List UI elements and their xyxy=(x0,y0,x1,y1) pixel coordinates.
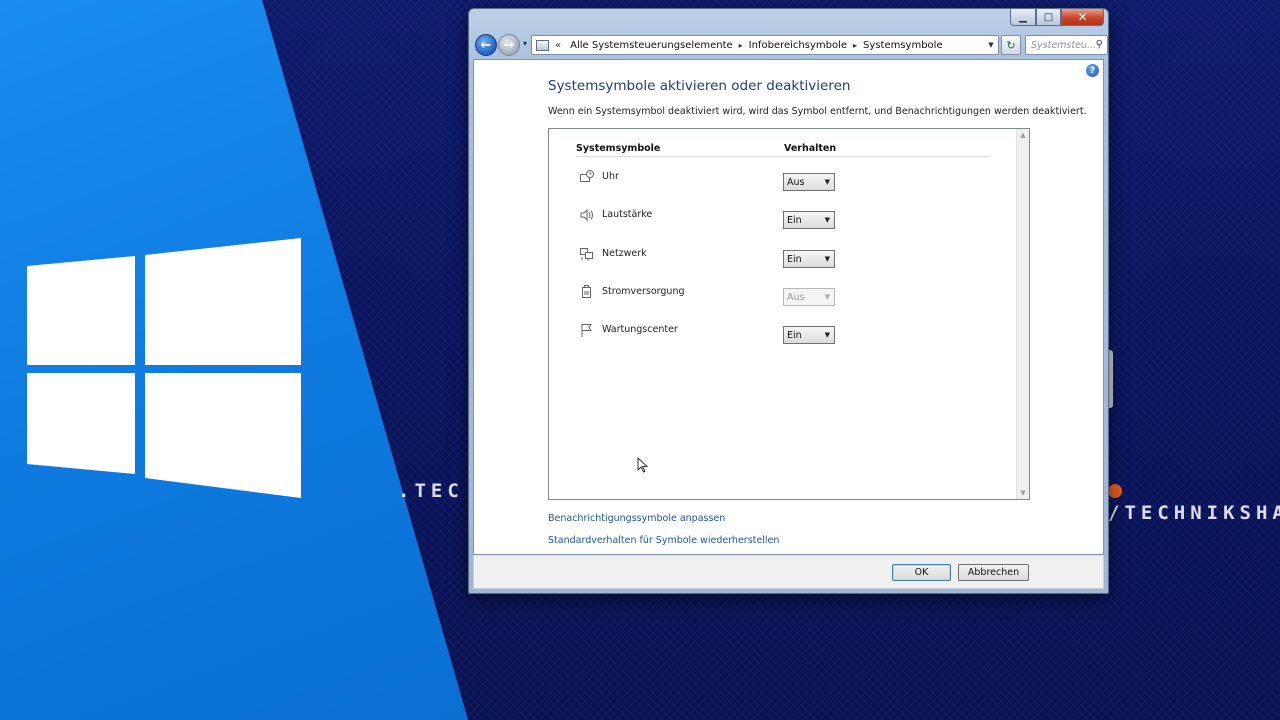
watermark-left: .TEC xyxy=(398,480,464,502)
watermark-right: /TECHNIKSHAVO xyxy=(1108,480,1280,524)
chevron-down-icon: ▼ xyxy=(824,255,830,263)
network-icon xyxy=(579,246,595,262)
help-icon[interactable]: ? xyxy=(1086,64,1099,77)
close-button[interactable]: ✕ xyxy=(1061,9,1104,26)
watermark-logo-icon xyxy=(1108,484,1122,498)
behavior-select-action-center[interactable]: Ein ▼ xyxy=(783,326,835,344)
system-icons-list: Systemsymbole Verhalten Uhr Aus ▼ Lautstä… xyxy=(548,128,1030,500)
windows-logo-icon xyxy=(27,238,301,498)
chevron-down-icon: ▼ xyxy=(824,293,830,301)
flag-icon xyxy=(579,322,595,338)
list-item-label: Netzwerk xyxy=(602,248,647,259)
chevron-down-icon: ▼ xyxy=(824,216,830,224)
column-header-behavior: Verhalten xyxy=(784,143,837,154)
minimize-button[interactable]: ▁ xyxy=(1010,9,1036,26)
list-item-network: Netzwerk Ein ▼ xyxy=(579,246,999,270)
mouse-cursor-icon xyxy=(637,457,649,473)
behavior-select-network[interactable]: Ein ▼ xyxy=(783,250,835,268)
navigation-bar: ← → ▾ « Alle Systemsteuerungselemente ▸ … xyxy=(475,33,1108,57)
recent-pages-dropdown-icon[interactable]: ▾ xyxy=(523,39,527,48)
address-dropdown-icon[interactable]: ▼ xyxy=(984,36,998,54)
breadcrumb-separator-icon[interactable]: ▸ xyxy=(737,41,745,50)
search-input[interactable]: Systemsteu... ⚲ xyxy=(1025,35,1108,55)
ok-button[interactable]: OK xyxy=(892,564,951,581)
list-item-clock: Uhr Aus ▼ xyxy=(579,169,999,193)
forward-arrow-icon: → xyxy=(503,37,515,53)
breadcrumb-separator-icon[interactable]: ▸ xyxy=(851,41,859,50)
power-icon xyxy=(579,284,595,300)
address-bar[interactable]: « Alle Systemsteuerungselemente ▸ Infobe… xyxy=(531,35,999,55)
maximize-button[interactable]: □ xyxy=(1036,9,1061,26)
breadcrumb-all-items[interactable]: Alle Systemsteuerungselemente xyxy=(566,40,737,51)
list-item-action-center: Wartungscenter Ein ▼ xyxy=(579,322,999,346)
watermark-right-text: /TECHNIKSHAVO xyxy=(1108,502,1280,524)
list-item-power: Stromversorgung Aus ▼ xyxy=(579,284,999,308)
clock-icon xyxy=(579,169,595,185)
page-title: Systemsymbole aktivieren oder deaktivier… xyxy=(548,78,851,94)
breadcrumb-notification-area[interactable]: Infobereichsymbole xyxy=(745,40,851,51)
list-scrollbar[interactable]: ▲ ▼ xyxy=(1016,129,1029,499)
control-panel-window: ▁ □ ✕ ← → ▾ « Alle Systemsteuerungseleme… xyxy=(468,8,1109,594)
address-overflow-chevron[interactable]: « xyxy=(555,40,561,51)
back-button[interactable]: ← xyxy=(475,34,497,56)
scroll-up-icon[interactable]: ▲ xyxy=(1017,131,1029,139)
list-item-volume: Lautstärke Ein ▼ xyxy=(579,207,999,231)
caption-buttons: ▁ □ ✕ xyxy=(1010,9,1104,26)
content-pane: ? Systemsymbole aktivieren oder deaktivi… xyxy=(473,59,1104,555)
restore-default-behavior-link[interactable]: Standardverhalten für Symbole wiederhers… xyxy=(548,535,779,546)
chevron-down-icon: ▼ xyxy=(824,178,830,186)
scroll-down-icon[interactable]: ▼ xyxy=(1017,489,1029,497)
forward-button[interactable]: → xyxy=(498,34,520,56)
select-value: Aus xyxy=(787,291,805,303)
cancel-button[interactable]: Abbrechen xyxy=(958,564,1029,581)
header-divider xyxy=(576,156,990,157)
customize-notification-icons-link[interactable]: Benachrichtigungssymbole anpassen xyxy=(548,513,725,524)
column-header-system-icons: Systemsymbole xyxy=(576,143,661,154)
back-arrow-icon: ← xyxy=(480,37,492,53)
dialog-footer: OK Abbrechen xyxy=(473,555,1104,589)
select-value: Ein xyxy=(787,329,802,341)
select-value: Aus xyxy=(787,176,805,188)
refresh-icon: ↻ xyxy=(1006,38,1016,52)
list-item-label: Lautstärke xyxy=(602,209,653,220)
page-description: Wenn ein Systemsymbol deaktiviert wird, … xyxy=(548,106,1087,117)
speaker-icon xyxy=(579,207,595,223)
select-value: Ein xyxy=(787,253,802,265)
behavior-select-volume[interactable]: Ein ▼ xyxy=(783,211,835,229)
list-item-label: Wartungscenter xyxy=(602,324,678,335)
search-icon[interactable]: ⚲ xyxy=(1096,39,1103,50)
list-item-label: Stromversorgung xyxy=(602,286,685,297)
breadcrumb-system-icons[interactable]: Systemsymbole xyxy=(859,40,947,51)
behavior-select-clock[interactable]: Aus ▼ xyxy=(783,173,835,191)
search-placeholder: Systemsteu... xyxy=(1031,39,1097,51)
list-item-label: Uhr xyxy=(602,171,619,182)
refresh-button[interactable]: ↻ xyxy=(1001,35,1021,55)
select-value: Ein xyxy=(787,214,802,226)
chevron-down-icon: ▼ xyxy=(824,331,830,339)
control-panel-icon xyxy=(536,39,549,51)
behavior-select-power[interactable]: Aus ▼ xyxy=(783,288,835,306)
